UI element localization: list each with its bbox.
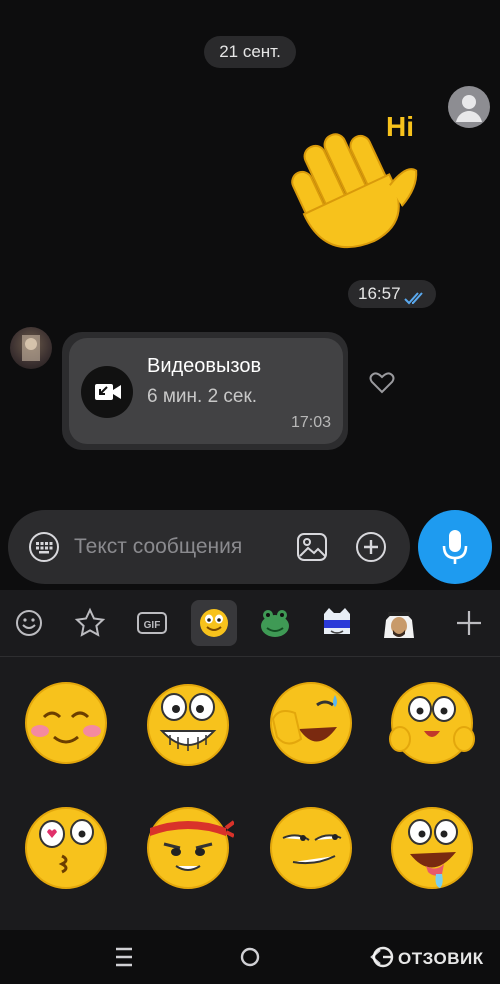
plus-icon xyxy=(457,611,481,635)
gif-tab[interactable]: GIF xyxy=(129,600,175,646)
add-pack-tab[interactable] xyxy=(446,600,492,646)
sticker-content-face[interactable] xyxy=(20,677,112,769)
svg-text:GIF: GIF xyxy=(144,620,161,631)
call-time: 17:03 xyxy=(290,414,331,431)
message-composer[interactable]: Текст сообщения xyxy=(8,510,410,584)
smiley-pack-tab[interactable] xyxy=(191,600,237,646)
microphone-icon xyxy=(442,530,468,564)
sent-time: 16:57 xyxy=(358,284,401,303)
plus-circle-icon[interactable] xyxy=(355,531,387,568)
call-duration: 6 мин. 2 сек. xyxy=(147,386,258,407)
sheikh-pack-tab[interactable] xyxy=(376,600,422,646)
watermark-text: ОТЗОВИК xyxy=(398,948,484,968)
home-icon[interactable] xyxy=(238,945,262,974)
video-call-icon xyxy=(81,366,133,418)
voice-record-button[interactable] xyxy=(418,510,492,584)
gif-icon: GIF xyxy=(137,612,167,634)
sticker-determined-face[interactable] xyxy=(142,800,236,892)
video-call-card[interactable]: Видеовызов 6 мин. 2 сек. 17:03 xyxy=(69,338,343,444)
sticker-tabs: GIF xyxy=(0,590,500,657)
keyboard-icon[interactable] xyxy=(28,531,60,568)
like-heart-icon[interactable] xyxy=(369,371,395,400)
watermark-logo-icon xyxy=(372,946,394,973)
sticker-drooling-face[interactable] xyxy=(386,800,478,892)
otzovik-watermark: ОТЗОВИК xyxy=(372,946,484,973)
sticker-panel: GIF xyxy=(0,590,500,984)
sent-time-badge: 16:57 xyxy=(348,280,436,308)
gallery-icon[interactable] xyxy=(296,532,328,567)
cat-pack-tab[interactable] xyxy=(314,600,360,646)
emoji-tab[interactable] xyxy=(6,600,52,646)
favorites-tab[interactable] xyxy=(67,600,113,646)
sticker-smirking-face[interactable] xyxy=(265,800,357,892)
frog-pack-tab[interactable] xyxy=(252,600,298,646)
my-avatar[interactable] xyxy=(448,86,490,128)
sticker-excited-face[interactable] xyxy=(386,677,478,769)
recent-apps-icon[interactable] xyxy=(112,946,136,973)
smiley-outline-icon xyxy=(16,610,42,636)
sticker-grinning-face[interactable] xyxy=(142,677,234,769)
contact-avatar[interactable] xyxy=(10,327,52,369)
call-title: Видеовызов xyxy=(147,355,262,377)
date-separator: 21 сент. xyxy=(204,36,296,68)
hi-text: Hi xyxy=(386,111,414,142)
message-input[interactable]: Текст сообщения xyxy=(74,535,242,559)
sticker-kissing-face[interactable] xyxy=(20,800,112,892)
double-check-icon xyxy=(404,286,426,314)
chat-area[interactable]: 21 сент. Hi 16:57 Видеовызов 6 мин. 2 се… xyxy=(0,0,500,590)
hi-wave-sticker[interactable]: Hi xyxy=(282,104,432,254)
star-icon xyxy=(74,607,106,637)
sticker-laughing-face[interactable] xyxy=(265,677,357,769)
